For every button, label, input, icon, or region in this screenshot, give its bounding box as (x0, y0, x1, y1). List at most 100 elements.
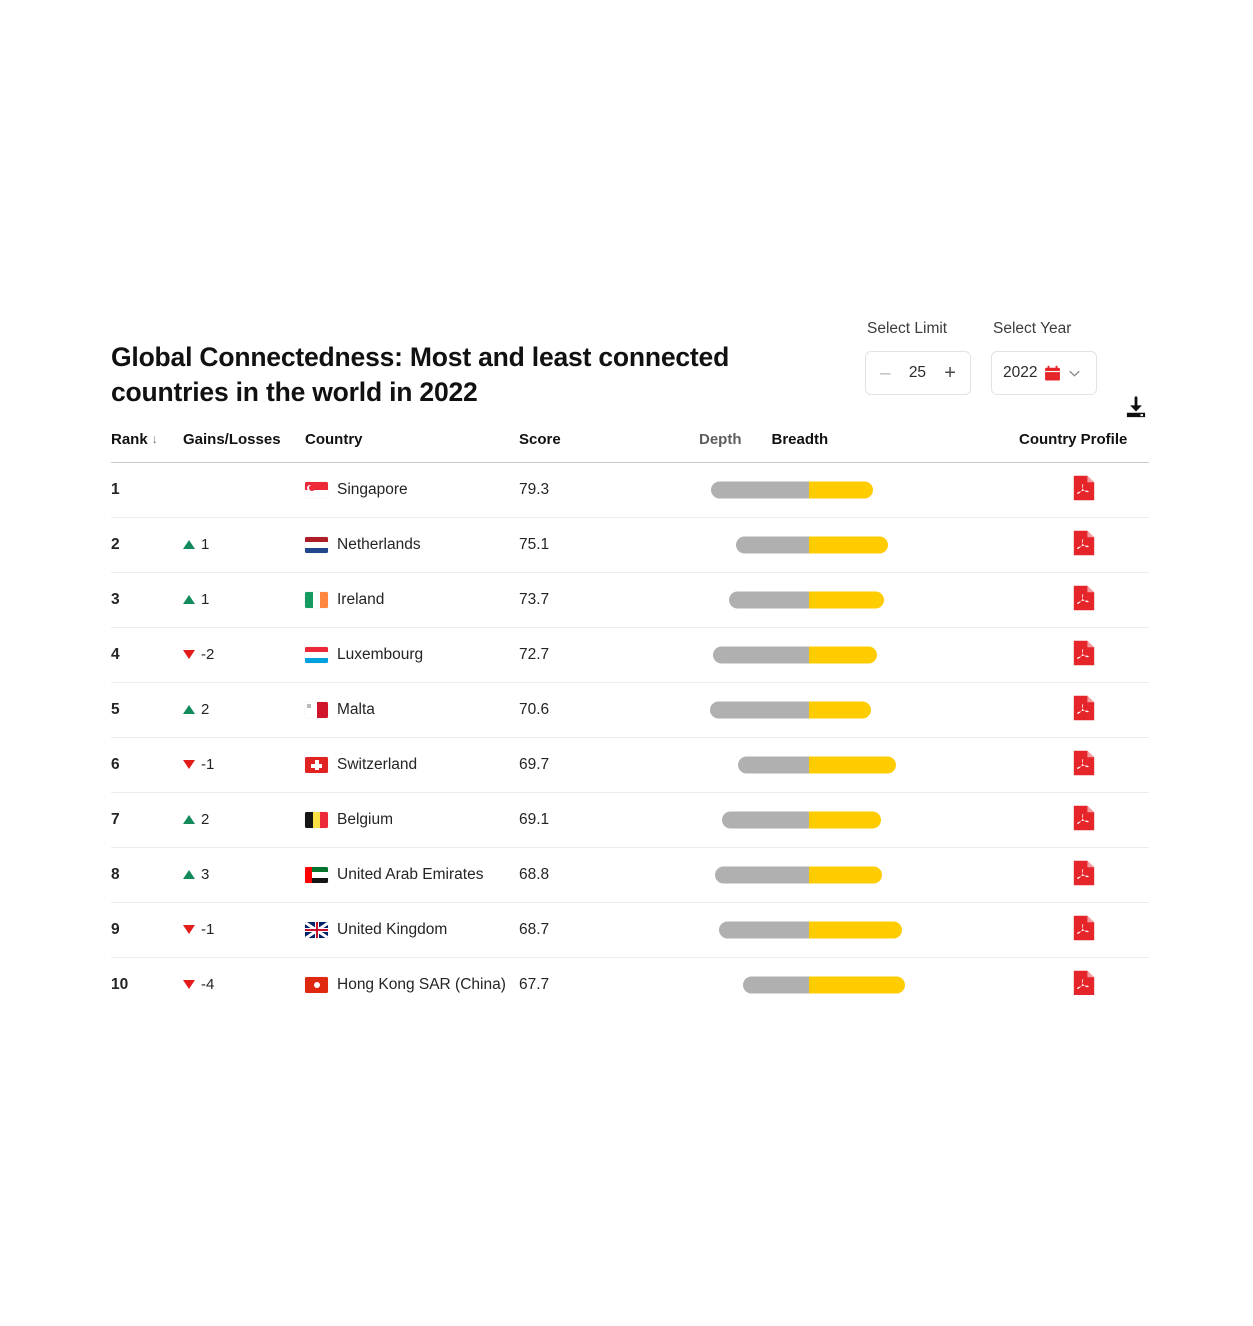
widget-header: Global Connectedness: Most and least con… (111, 320, 1149, 425)
cell-country-profile[interactable] (1019, 957, 1149, 996)
cell-country: United Kingdom (305, 902, 519, 958)
cell-depth-breadth-bar (699, 572, 1019, 628)
country-profile-pdf-link[interactable] (1073, 860, 1095, 886)
gain-up-icon (183, 815, 195, 824)
column-header-country[interactable]: Country (305, 431, 519, 463)
limit-decrement-button[interactable]: – (880, 364, 891, 383)
bar-track (699, 738, 1019, 792)
flag-icon-ie (305, 592, 328, 608)
table-row[interactable]: 2 1 Netherlands 75.1 (111, 517, 1149, 573)
gains-losses-label: -1 (201, 756, 215, 773)
cell-score: 68.7 (519, 902, 699, 958)
table-row[interactable]: 8 3 United Arab Emirates 68.8 (111, 847, 1149, 903)
table-row[interactable]: 4 -2 Luxembourg 72.7 (111, 627, 1149, 683)
cell-country-profile[interactable] (1019, 517, 1149, 573)
table-row[interactable]: 5 2 Malta 70.6 (111, 682, 1149, 738)
bar-track (699, 683, 1019, 737)
limit-stepper[interactable]: – 25 + (865, 351, 971, 395)
gains-losses-label: 2 (201, 811, 210, 828)
table-row[interactable]: 9 -1 United Kingdom 68.7 (111, 902, 1149, 958)
cell-country-profile[interactable] (1019, 902, 1149, 958)
country-name: Luxembourg (337, 646, 424, 663)
column-header-country-profile: Country Profile (1019, 431, 1149, 463)
gain-up-icon (183, 870, 195, 879)
bar-depth (729, 591, 809, 609)
cell-gains-losses: 3 (183, 847, 305, 903)
gains-losses-value: 1 (183, 591, 209, 608)
cell-score: 79.3 (519, 462, 699, 518)
year-select[interactable]: 2022 (991, 351, 1097, 395)
cell-rank: 7 (111, 792, 183, 848)
table-row[interactable]: 10 -4 Hong Kong SAR (China) 67.7 (111, 957, 1149, 996)
download-icon[interactable] (1123, 395, 1149, 421)
cell-rank: 10 (111, 957, 183, 995)
flag-icon-hk (305, 977, 328, 993)
cell-depth-breadth-bar (699, 847, 1019, 903)
cell-country: Ireland (305, 572, 519, 628)
cell-country-profile[interactable] (1019, 627, 1149, 683)
cell-country-profile[interactable] (1019, 572, 1149, 628)
cell-rank: 6 (111, 737, 183, 793)
column-header-score[interactable]: Score (519, 431, 699, 463)
cell-country-profile[interactable] (1019, 682, 1149, 738)
gains-losses-value: -4 (183, 976, 214, 993)
country-profile-pdf-link[interactable] (1073, 805, 1095, 831)
country-name: United Arab Emirates (337, 866, 484, 883)
table-row[interactable]: 1 Singapore 79.3 (111, 462, 1149, 518)
cell-rank: 2 (111, 517, 183, 573)
bar-track (699, 573, 1019, 627)
cell-gains-losses: -1 (183, 737, 305, 793)
loss-down-icon (183, 760, 195, 769)
country-name: Malta (337, 701, 375, 718)
cell-score: 67.7 (519, 957, 699, 995)
column-header-rank[interactable]: Rank ↓ (111, 431, 183, 463)
country-profile-pdf-link[interactable] (1073, 640, 1095, 666)
select-limit-group: Select Limit – 25 + (865, 320, 971, 395)
limit-value[interactable]: 25 (909, 364, 926, 382)
table-header: Rank ↓ Gains/Losses Country Score Depth Br… (111, 431, 1149, 463)
bar-breadth (809, 756, 896, 774)
bar-depth (743, 976, 809, 994)
cell-country-profile[interactable] (1019, 737, 1149, 793)
table-row[interactable]: 3 1 Ireland 73.7 (111, 572, 1149, 628)
chevron-down-icon[interactable] (1068, 367, 1081, 380)
cell-depth-breadth-bar (699, 517, 1019, 573)
bar-track (699, 793, 1019, 847)
country-profile-pdf-link[interactable] (1073, 970, 1095, 996)
country-profile-pdf-link[interactable] (1073, 585, 1095, 611)
cell-score: 75.1 (519, 517, 699, 573)
bar-breadth (809, 481, 873, 499)
cell-country-profile[interactable] (1019, 462, 1149, 518)
flag-icon-gb (305, 922, 328, 938)
country-profile-pdf-link[interactable] (1073, 750, 1095, 776)
sort-descending-icon[interactable]: ↓ (152, 432, 158, 446)
gain-up-icon (183, 595, 195, 604)
cell-rank: 5 (111, 682, 183, 738)
column-header-gains-losses[interactable]: Gains/Losses (183, 431, 305, 463)
gains-losses-label: -4 (201, 976, 215, 993)
select-year-label: Select Year (993, 320, 1072, 337)
cell-gains-losses: 2 (183, 682, 305, 738)
gains-losses-label: 1 (201, 536, 210, 553)
country-name: Switzerland (337, 756, 418, 773)
cell-score: 72.7 (519, 627, 699, 683)
bar-track (699, 903, 1019, 957)
country-profile-pdf-link[interactable] (1073, 475, 1095, 501)
limit-increment-button[interactable]: + (944, 363, 956, 383)
country-profile-pdf-link[interactable] (1073, 695, 1095, 721)
bar-breadth (809, 811, 881, 829)
gains-losses-value: 1 (183, 536, 209, 553)
table-row[interactable]: 6 -1 Switzerland 69.7 (111, 737, 1149, 793)
cell-country-profile[interactable] (1019, 847, 1149, 903)
country-profile-pdf-link[interactable] (1073, 530, 1095, 556)
bar-depth (719, 921, 809, 939)
bar-breadth (809, 646, 877, 664)
select-limit-label: Select Limit (867, 320, 948, 337)
flag-icon-ch (305, 757, 328, 773)
bar-depth (722, 811, 809, 829)
calendar-icon[interactable] (1044, 365, 1061, 382)
cell-gains-losses (183, 462, 305, 518)
table-row[interactable]: 7 2 Belgium 69.1 (111, 792, 1149, 848)
country-profile-pdf-link[interactable] (1073, 915, 1095, 941)
cell-country-profile[interactable] (1019, 792, 1149, 848)
